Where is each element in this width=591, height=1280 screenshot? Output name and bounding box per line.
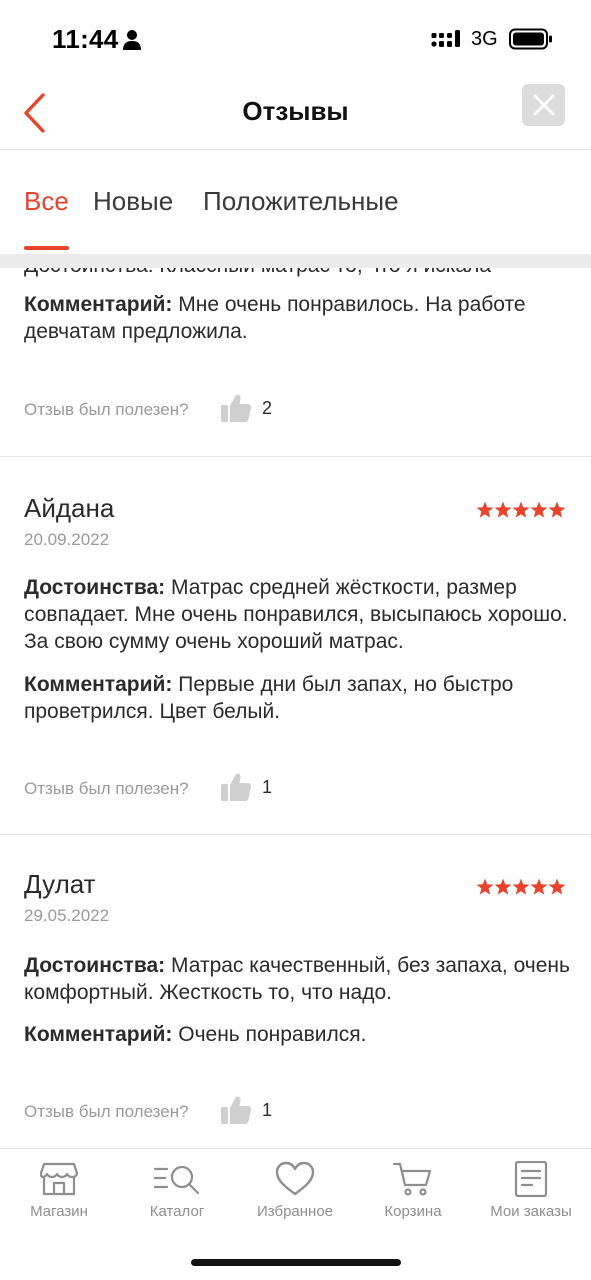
review-card: Айдана 20.09.2022 Достоинства: Матрас ср… — [0, 457, 591, 835]
app-header: Отзывы — [0, 76, 591, 150]
rating-stars — [476, 878, 566, 895]
review-pros: Достоинства: Матрас качественный, без за… — [24, 954, 570, 1004]
shop-icon — [39, 1162, 79, 1196]
page-title: Отзывы — [242, 96, 349, 126]
thumbs-up-icon — [221, 394, 252, 422]
tab-bar-label: Магазин — [30, 1203, 88, 1220]
network-type: 3G — [471, 28, 498, 50]
review-author: Айдана — [24, 493, 115, 523]
active-tab-indicator — [24, 246, 69, 250]
helpful-button[interactable] — [220, 771, 252, 803]
helpful-label: Отзыв был полезен? — [24, 779, 189, 798]
review-list[interactable]: Достоинства: Классный матрас то, что я и… — [0, 254, 591, 1148]
thumbs-up-icon — [221, 1096, 252, 1124]
tab-bar-catalog[interactable]: Каталог — [118, 1161, 236, 1220]
status-bar: 11:44 3G — [0, 0, 591, 76]
tab-bar-label: Избранное — [256, 1203, 334, 1220]
close-button[interactable] — [522, 84, 565, 126]
battery-icon — [509, 28, 552, 50]
helpful-count: 1 — [262, 1100, 273, 1120]
tabs-shadow — [0, 254, 591, 268]
review-author: Дулат — [24, 869, 96, 899]
close-icon — [533, 94, 555, 116]
rating-stars — [476, 501, 566, 518]
tab-bar-label: Каталог — [149, 1203, 205, 1220]
review-filter-tabs: Все Новые Положительные — [0, 150, 591, 254]
tab-all[interactable]: Все — [24, 186, 69, 217]
helpful-count: 1 — [262, 777, 273, 797]
review-pros: Достоинства: Матрас средней жёсткости, р… — [24, 576, 568, 653]
person-icon — [123, 30, 141, 50]
status-time: 11:44 — [52, 24, 119, 54]
home-indicator — [191, 1259, 401, 1266]
helpful-button[interactable] — [220, 1094, 252, 1126]
review-card: Достоинства: Классный матрас то, что я и… — [0, 254, 591, 457]
helpful-label: Отзыв был полезен? — [24, 400, 189, 419]
orders-icon — [514, 1161, 548, 1197]
tab-bar-favorites[interactable]: Избранное — [236, 1161, 354, 1220]
tab-bar-shop[interactable]: Магазин — [0, 1161, 118, 1220]
tab-bar-orders[interactable]: Мои заказы — [472, 1161, 590, 1220]
tab-positive[interactable]: Положительные — [203, 186, 399, 217]
catalog-search-icon — [153, 1165, 200, 1195]
review-date: 20.09.2022 — [24, 530, 110, 549]
review-comment: Комментарий: Очень понравился. — [24, 1023, 367, 1046]
signal-icon — [431, 30, 460, 47]
tab-new[interactable]: Новые — [93, 186, 173, 217]
review-date: 29.05.2022 — [24, 906, 110, 925]
helpful-button[interactable] — [220, 392, 252, 424]
thumbs-up-icon — [221, 773, 252, 801]
tab-bar-label: Мои заказы — [490, 1203, 572, 1220]
tab-bar-label: Корзина — [384, 1203, 442, 1220]
review-comment: Комментарий: Мне очень понравилось. На р… — [24, 293, 526, 343]
review-comment: Комментарий: Первые дни был запах, но бы… — [24, 673, 514, 723]
review-card: Дулат 29.05.2022 Достоинства: Матрас кач… — [0, 835, 591, 1148]
cart-icon — [392, 1162, 432, 1196]
helpful-count: 2 — [262, 398, 273, 418]
heart-icon — [275, 1161, 315, 1196]
tab-bar-cart[interactable]: Корзина — [354, 1161, 472, 1220]
helpful-label: Отзыв был полезен? — [24, 1102, 189, 1121]
